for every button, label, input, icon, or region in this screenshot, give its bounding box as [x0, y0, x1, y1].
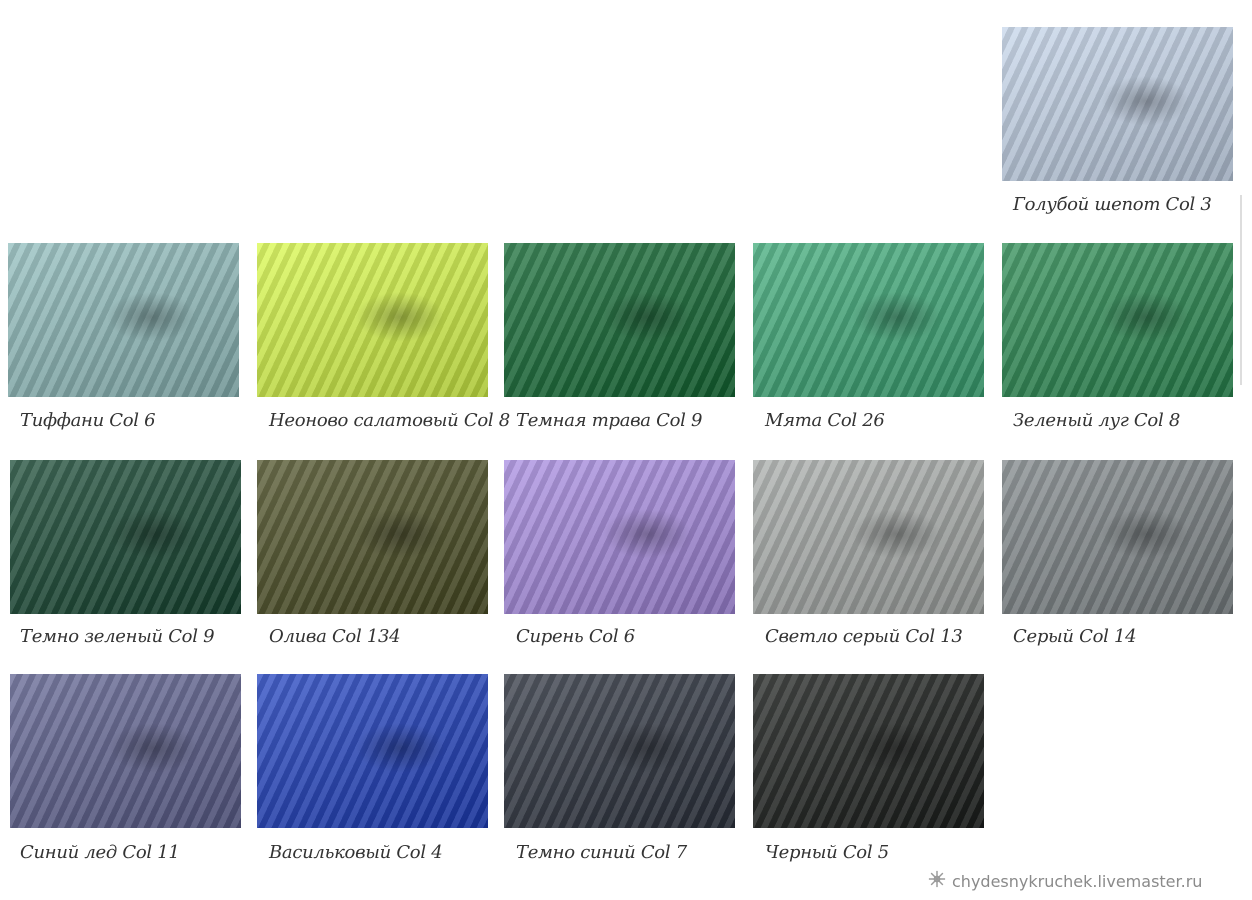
fabric-swatch-dark-grass[interactable] [504, 243, 735, 397]
swatch-label: Светло серый Col 13 [765, 626, 963, 647]
swatch-label: Серый Col 14 [1013, 626, 1137, 647]
swatch-label: Зеленый луг Col 8 [1013, 410, 1180, 431]
swatch-label: Олива Col 134 [269, 626, 401, 647]
fabric-swatch-neon-lime[interactable] [257, 243, 488, 397]
fabric-swatch-tiffany[interactable] [8, 243, 239, 397]
fabric-swatch-light-blue[interactable] [1002, 27, 1233, 181]
swatch-label: Сирень Col 6 [516, 626, 635, 647]
watermark-text: chydesnykruchek.livemaster.ru [952, 871, 1203, 891]
swatch-label: Темная трава Col 9 [516, 410, 703, 431]
fabric-swatch-mint[interactable] [753, 243, 984, 397]
fabric-swatch-olive[interactable] [257, 460, 488, 614]
fabric-swatch-grey[interactable] [1002, 460, 1233, 614]
swatch-label: Темно зеленый Col 9 [20, 626, 215, 647]
swatch-label: Мята Col 26 [765, 410, 885, 431]
swatch-label: Темно синий Col 7 [516, 842, 687, 863]
fabric-swatch-green-meadow[interactable] [1002, 243, 1233, 397]
swatch-label: Голубой шепот Col 3 [1013, 194, 1212, 215]
fabric-swatch-blue-ice[interactable] [10, 674, 241, 828]
fabric-swatch-dark-green[interactable] [10, 460, 241, 614]
fabric-swatch-black[interactable] [753, 674, 984, 828]
fabric-swatch-light-grey[interactable] [753, 460, 984, 614]
fabric-swatch-lilac[interactable] [504, 460, 735, 614]
swatch-label: Тиффани Col 6 [20, 410, 156, 431]
snowflake-icon [928, 870, 946, 892]
scrollbar-hint [1240, 195, 1242, 385]
fabric-swatch-navy[interactable] [504, 674, 735, 828]
swatch-label: Васильковый Col 4 [269, 842, 443, 863]
swatch-label: Неоново салатовый Col 8 [269, 410, 510, 431]
site-watermark: chydesnykruchek.livemaster.ru [928, 870, 1202, 892]
swatch-label: Синий лед Col 11 [20, 842, 180, 863]
swatch-label: Черный Col 5 [765, 842, 889, 863]
fabric-swatch-cornflower[interactable] [257, 674, 488, 828]
